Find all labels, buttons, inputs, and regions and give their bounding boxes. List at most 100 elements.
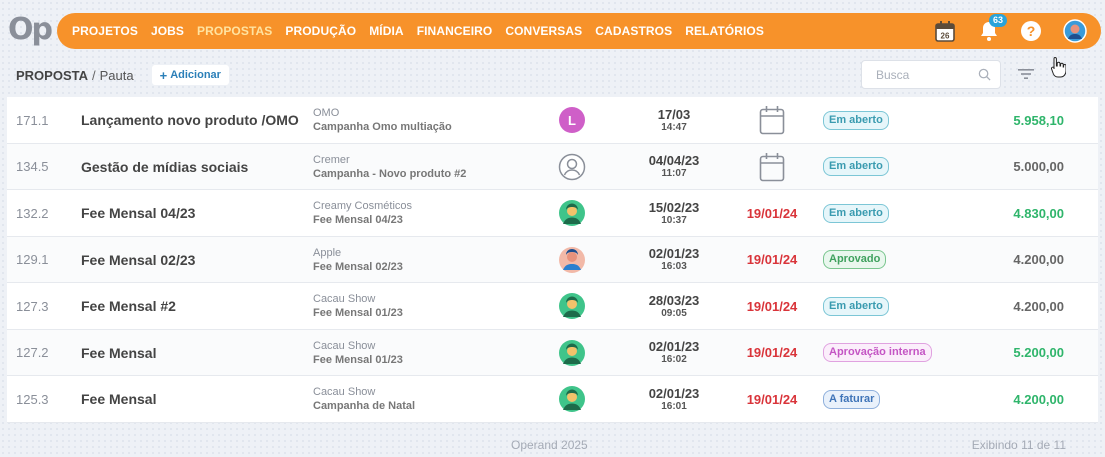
filter-icon[interactable] [1018,67,1034,81]
search-icon[interactable] [978,68,991,81]
table-row[interactable]: 129.1 Fee Mensal 02/23 Apple Fee Mensal 02/… [7,236,1098,283]
row-date: 02/01/23 16:03 [637,237,711,283]
app-logo[interactable]: Op [8,12,53,47]
table-row[interactable]: 125.3 Fee Mensal Cacau Show Campanha de Nat… [7,376,1098,423]
date-time: 11:07 [661,168,687,179]
row-value: 4.200,00 [1013,298,1064,314]
row-title[interactable]: Fee Mensal [81,330,156,376]
status-badge[interactable]: Aprovado [823,250,887,269]
date-day: 02/01/23 [648,339,700,354]
footer-count: Exibindo 11 de 11 [971,438,1066,452]
responsible-avatar[interactable]: L [557,97,587,143]
status-badge[interactable]: Em aberto [823,110,889,130]
date-time: 14:47 [661,121,687,133]
svg-text:?: ? [1027,23,1036,39]
status-cell: Em aberto [823,283,889,329]
client-name: Cremer [313,153,350,166]
responsible-avatar[interactable] [557,330,587,376]
nav-item-jobs[interactable]: JOBS [151,24,184,38]
status-cell: A faturar [823,376,881,422]
calendar-day: 26 [941,32,950,41]
breadcrumb-separator: / [92,67,96,83]
calendar-icon[interactable]: 26 [933,19,957,43]
nav-item-produção[interactable]: PRODUÇÃO [285,24,356,38]
row-date: 15/02/23 10:37 [637,190,711,236]
status-cell: Em aberto [823,97,889,143]
table-row[interactable]: 171.1 Lançamento novo produto /OMO OMO Camp… [7,97,1098,144]
help-icon[interactable]: ? [1019,19,1043,43]
responsible-avatar[interactable] [557,283,587,329]
campaign-name: Fee Mensal 01/23 [313,307,403,319]
date-day: 28/03/23 [648,292,700,308]
row-client: Cacau Show Fee Mensal 01/23 [313,283,403,329]
row-title[interactable]: Fee Mensal 04/23 [81,190,195,236]
row-client: Cacau Show Fee Mensal 01/23 [313,330,403,376]
responsible-avatar[interactable] [557,144,587,190]
status-cell: Aprovação interna [823,330,932,376]
due-date: 19/01/24 [746,345,798,360]
status-cell: Aprovado [823,237,887,283]
row-title[interactable]: Gestão de mídias sociais [81,144,248,190]
breadcrumb-section[interactable]: PROPOSTA [16,68,88,83]
campaign-name: Campanha - Novo produto #2 [313,167,467,180]
row-client: Creamy Cosméticos Fee Mensal 04/23 [313,190,412,236]
nav-item-propostas[interactable]: PROPOSTAS [197,24,272,38]
status-badge[interactable]: Em aberto [823,203,889,223]
user-avatar[interactable] [1063,19,1087,43]
row-value: 4.830,00 [1013,205,1064,221]
search-input[interactable] [862,61,972,88]
row-date: 17/03 14:47 [637,97,711,143]
breadcrumb: PROPOSTA / Pauta + Adicionar [16,64,229,86]
status-badge[interactable]: Em aberto [823,296,889,316]
search-box [861,60,1001,89]
nav-item-financeiro[interactable]: FINANCEIRO [417,24,493,38]
table-row[interactable]: 127.3 Fee Mensal #2 Cacau Show Fee Mensal 0… [7,283,1098,330]
nav-item-conversas[interactable]: CONVERSAS [505,24,582,38]
table-row[interactable]: 134.5 Gestão de mídias sociais Cremer Campa… [7,143,1098,190]
status-badge[interactable]: A faturar [823,389,881,409]
nav-item-cadastros[interactable]: CADASTROS [595,24,672,38]
nav-item-relatórios[interactable]: RELATÓRIOS [685,24,764,38]
footer-copyright: Operand 2025 [511,438,588,452]
row-title[interactable]: Fee Mensal [81,376,156,422]
responsible-avatar[interactable] [557,237,587,283]
row-client: OMO Campanha Omo multiação [313,97,452,143]
status-badge[interactable]: Em aberto [823,157,889,176]
row-code: 132.2 [16,205,49,221]
status-cell: Em aberto [823,190,889,236]
row-date: 04/04/23 11:07 [637,144,711,190]
date-time: 10:37 [661,214,687,226]
row-date: 02/01/23 16:01 [637,376,711,422]
status-badge[interactable]: Aprovação interna [823,343,932,362]
row-title[interactable]: Fee Mensal 02/23 [81,237,195,283]
row-date: 28/03/23 09:05 [637,283,711,329]
row-client: Apple Fee Mensal 02/23 [313,237,403,283]
date-time: 16:01 [661,400,687,412]
row-title[interactable]: Fee Mensal #2 [81,283,176,329]
responsible-avatar[interactable] [557,190,587,236]
proposals-table: 171.1 Lançamento novo produto /OMO OMO Camp… [7,97,1098,423]
calendar-icon[interactable] [742,144,802,190]
nav-item-mídia[interactable]: MÍDIA [369,24,404,38]
table-row[interactable]: 127.2 Fee Mensal Cacau Show Fee Mensal 01/2… [7,329,1098,376]
row-date: 02/01/23 16:02 [637,330,711,376]
add-button[interactable]: + Adicionar [151,65,229,85]
campaign-name: Fee Mensal 01/23 [313,353,403,366]
table-row[interactable]: 132.2 Fee Mensal 04/23 Creamy Cosméticos Fe… [7,190,1098,237]
responsible-avatar[interactable] [557,376,587,422]
date-day: 17/03 [657,106,691,122]
date-time: 16:02 [661,354,687,365]
row-title[interactable]: Lançamento novo produto /OMO [81,97,299,143]
due-date: 19/01/24 [746,205,798,221]
nav-item-projetos[interactable]: PROJETOS [72,24,138,38]
calendar-icon[interactable] [742,97,802,143]
row-client: Cremer Campanha - Novo produto #2 [313,144,466,190]
row-value: 4.200,00 [1013,252,1064,267]
plus-icon: + [159,67,168,83]
bell-icon[interactable]: 63 [977,14,1007,43]
row-value: 5.958,10 [1013,112,1064,128]
notification-badge: 63 [989,14,1007,27]
add-button-label: Adicionar [170,69,221,81]
hand-cursor-icon [1051,56,1066,78]
row-value: 4.200,00 [1013,391,1064,407]
